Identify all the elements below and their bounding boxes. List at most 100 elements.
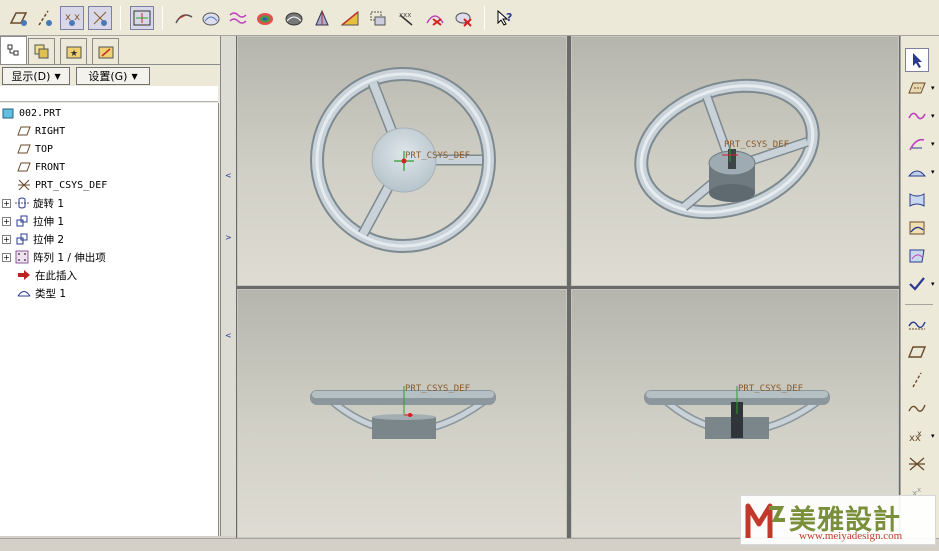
csys-label: PRT_CSYS_DEF <box>405 384 470 394</box>
select-arrow-icon[interactable] <box>905 48 929 72</box>
chevron-down-icon[interactable]: ▾ <box>931 112 935 120</box>
datum-point-icon[interactable]: xx x <box>905 424 929 448</box>
navigator-tabs: ★ <box>0 36 220 64</box>
extrude-icon <box>14 232 30 246</box>
expand-icon[interactable]: + <box>2 198 11 208</box>
tree-item-csys[interactable]: PRT_CSYS_DEF <box>16 176 107 194</box>
favorites-tab[interactable]: ★ <box>60 38 87 64</box>
logo-url: www.meiyadesign.com <box>799 530 903 542</box>
settings-menu-label: 设置(G) <box>88 70 128 83</box>
tree-item-label: 阵列 1 / 伸出项 <box>33 251 106 264</box>
display-menu-button[interactable]: 显示(D) ▼ <box>2 67 70 85</box>
part-icon <box>0 106 16 120</box>
collapse-left-icon[interactable]: < <box>225 171 233 181</box>
tree-item-part[interactable]: 002.PRT <box>0 104 61 122</box>
surface-icon[interactable] <box>905 160 929 184</box>
tree-item-extrude-1[interactable]: + 拉伸 1 <box>2 212 64 230</box>
datum-plane-icon <box>16 124 32 138</box>
surface-check-icon[interactable] <box>452 6 476 30</box>
chevron-down-icon[interactable]: ▾ <box>931 432 935 440</box>
draft-icon[interactable] <box>310 6 334 30</box>
main-toolbar: x x xxx ? <box>0 0 939 36</box>
dihedral-icon[interactable] <box>226 6 250 30</box>
settings-menu-button[interactable]: 设置(G) ▼ <box>76 67 150 85</box>
top-view[interactable]: PRT_CSYS_DEF <box>237 289 567 538</box>
expand-icon[interactable]: + <box>2 234 11 244</box>
chevron-down-icon[interactable]: ▾ <box>931 84 935 92</box>
layer-tree-tab[interactable] <box>28 38 55 64</box>
tree-item-top[interactable]: TOP <box>16 140 53 158</box>
chevron-down-icon[interactable]: ▾ <box>931 140 935 148</box>
tree-item-style[interactable]: 类型 1 <box>16 284 66 302</box>
csys-label: PRT_CSYS_DEF <box>405 151 470 161</box>
model-tree-panel: ★ 显示(D) ▼ 设置(G) ▼ 002.PRT RIGHT TOP FRON… <box>0 36 220 536</box>
trim-icon[interactable] <box>905 216 929 240</box>
datum-plane-icon <box>16 142 32 156</box>
svg-text:x: x <box>917 486 921 494</box>
surface-analysis-icon[interactable] <box>199 6 223 30</box>
curve-icon[interactable] <box>905 104 929 128</box>
collapse-left-icon[interactable]: < <box>225 331 233 341</box>
model-tree-tab[interactable] <box>0 36 27 64</box>
datum-axis-display-icon[interactable] <box>32 6 56 30</box>
connections-tab[interactable] <box>92 38 119 64</box>
deviation-icon[interactable]: xxx <box>395 6 419 30</box>
csys-icon <box>16 178 32 192</box>
curve-analysis-icon[interactable] <box>172 6 196 30</box>
csys-icon[interactable] <box>905 452 929 476</box>
right-feature-toolbar: ▾ ▾ ▾ ▾ ▾ xx x ▾ x x <box>900 36 939 538</box>
whats-this-icon[interactable]: ? <box>492 6 516 30</box>
done-check-icon[interactable] <box>905 272 929 296</box>
tree-item-insert-here[interactable]: 在此插入 <box>16 266 77 284</box>
curve-on-surface-icon[interactable] <box>905 244 929 268</box>
curvature-icon[interactable] <box>253 6 277 30</box>
datum-curve-icon[interactable] <box>905 312 929 336</box>
tree-item-label: 拉伸 1 <box>33 215 65 228</box>
spin-center-icon[interactable] <box>130 6 154 30</box>
reflection-icon[interactable] <box>423 6 447 30</box>
expand-icon[interactable]: + <box>2 216 11 226</box>
datum-plane-icon[interactable] <box>905 340 929 364</box>
chevron-down-icon[interactable]: ▾ <box>931 168 935 176</box>
panel-splitter[interactable]: < > < <box>220 36 236 536</box>
tree-item-extrude-2[interactable]: + 拉伸 2 <box>2 230 64 248</box>
revolve-icon <box>14 196 30 210</box>
sketch-plane-icon[interactable] <box>905 76 929 100</box>
tree-item-front[interactable]: FRONT <box>16 158 65 176</box>
tree-item-label: 在此插入 <box>35 269 77 282</box>
boundary-surface-icon[interactable] <box>905 188 929 212</box>
pattern-icon <box>14 250 30 264</box>
datum-curve-sketch-icon[interactable] <box>905 396 929 420</box>
circle-curve-icon[interactable] <box>905 132 929 156</box>
logo-mark-icon <box>745 503 785 538</box>
tree-menu-row: 显示(D) ▼ 设置(G) ▼ <box>0 64 220 86</box>
steering-wheel-top: PRT_CSYS_DEF <box>310 384 496 439</box>
model-tree[interactable]: 002.PRT RIGHT TOP FRONT PRT_CSYS_DEF + 旋… <box>0 103 219 536</box>
shade-icon[interactable] <box>282 6 306 30</box>
tree-item-revolve[interactable]: + 旋转 1 <box>2 194 64 212</box>
slope-icon[interactable] <box>338 6 362 30</box>
point-display-icon[interactable]: x x <box>60 6 84 30</box>
datum-axis-icon[interactable] <box>905 368 929 392</box>
steering-wheel-front: PRT_CSYS_DEF <box>310 67 496 253</box>
default-view[interactable]: PRT_CSYS_DEF <box>571 36 899 286</box>
graphics-window[interactable]: PRT_CSYS_DEF PRT_CSYS_DEF PRT_CSYS_DEF P… <box>236 36 900 538</box>
csys-display-icon[interactable] <box>88 6 112 30</box>
datum-plane-display-icon[interactable] <box>6 6 30 30</box>
csys-label: PRT_CSYS_DEF <box>724 140 789 150</box>
chevron-down-icon: ▼ <box>54 71 61 81</box>
proe-window: x x xxx ? ★ 显示(D) ▼ 设置(G) ▼ 002.PRT RIGH… <box>0 0 939 551</box>
chevron-down-icon[interactable]: ▾ <box>931 280 935 288</box>
steering-wheel-iso: PRT_CSYS_DEF <box>634 78 820 220</box>
tree-item-label: RIGHT <box>35 125 66 137</box>
tree-item-label: 旋转 1 <box>33 197 65 210</box>
offset-icon[interactable] <box>366 6 390 30</box>
expand-right-icon[interactable]: > <box>225 233 233 243</box>
svg-text:xxx: xxx <box>399 11 411 19</box>
tree-item-right[interactable]: RIGHT <box>16 122 65 140</box>
tree-item-pattern[interactable]: + 阵列 1 / 伸出项 <box>2 248 106 266</box>
expand-icon[interactable]: + <box>2 252 11 262</box>
tree-item-label: FRONT <box>35 161 66 173</box>
front-view[interactable]: PRT_CSYS_DEF <box>237 36 567 286</box>
tree-item-label: 002.PRT <box>19 107 62 119</box>
